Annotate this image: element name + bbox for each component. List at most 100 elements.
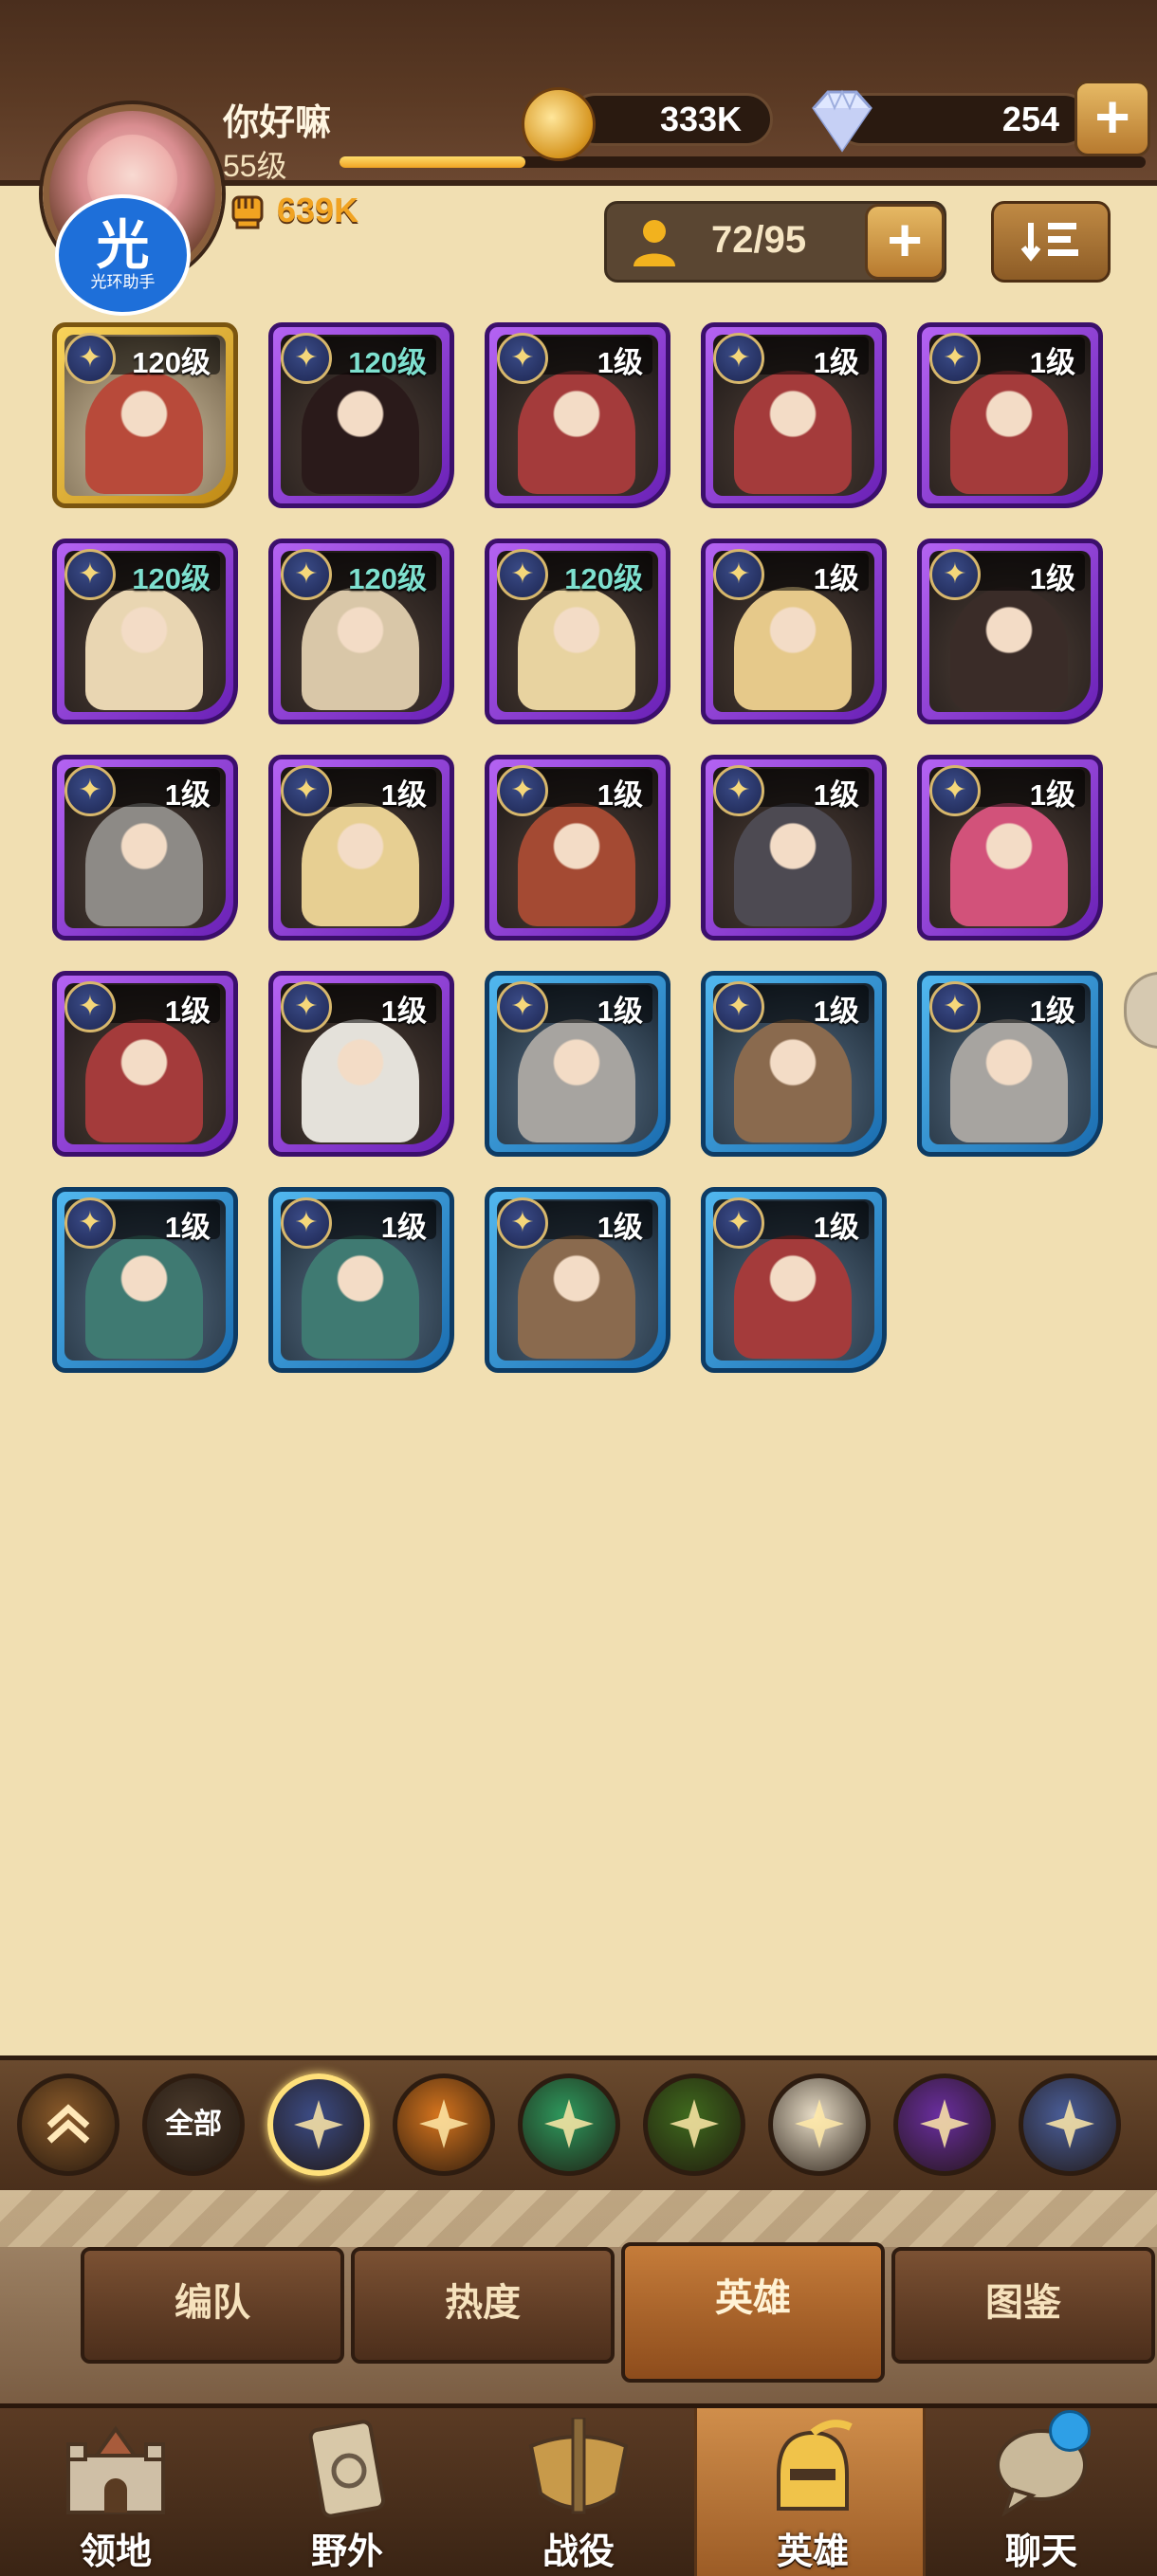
hero-card[interactable]: 1级 ✦ bbox=[701, 1187, 887, 1373]
filter-wilder-leaf-icon[interactable] bbox=[518, 2074, 620, 2176]
filter-celestial-icon[interactable] bbox=[768, 2074, 871, 2176]
lightbearer-star-icon bbox=[294, 2100, 343, 2149]
hero-helmet-icon bbox=[777, 2420, 853, 2511]
hero-portrait bbox=[302, 587, 419, 710]
hero-card[interactable]: 1级 ✦ bbox=[917, 755, 1103, 941]
hero-card[interactable]: 120级 ✦ bbox=[52, 539, 238, 724]
lightbearer-faction-icon: ✦ bbox=[64, 981, 116, 1032]
lightbearer-faction-icon: ✦ bbox=[713, 1197, 764, 1249]
hero-card[interactable]: 1级 ✦ bbox=[917, 322, 1103, 508]
hero-card[interactable]: 1级 ✦ bbox=[917, 539, 1103, 724]
castle-icon bbox=[66, 2425, 165, 2514]
assistant-badge[interactable]: 光 光环助手 bbox=[55, 194, 191, 316]
hero-card[interactable]: 1级 ✦ bbox=[52, 971, 238, 1157]
filter-dimensional-icon[interactable] bbox=[1019, 2074, 1121, 2176]
side-drawer-handle[interactable] bbox=[1124, 972, 1157, 1049]
battle-crest-icon bbox=[528, 2418, 629, 2514]
hero-portrait bbox=[518, 1019, 635, 1142]
nav-wilds[interactable]: 野外 bbox=[231, 2408, 463, 2576]
collapse-chevron-icon bbox=[46, 2104, 90, 2144]
hypogean-icon bbox=[920, 2099, 969, 2148]
hero-card[interactable]: 1级 ✦ bbox=[701, 755, 887, 941]
nav-heroes[interactable]: 英雄 bbox=[694, 2408, 926, 2576]
filter-lightbearer-star-icon[interactable] bbox=[267, 2074, 370, 2176]
hero-level: 1级 bbox=[164, 1211, 211, 1244]
hero-portrait bbox=[950, 587, 1068, 710]
hero-card[interactable]: 120级 ✦ bbox=[268, 539, 454, 724]
tab-codex[interactable]: 图鉴 bbox=[891, 2247, 1155, 2364]
nav-campaign-label: 战役 bbox=[542, 2532, 615, 2572]
sort-button[interactable] bbox=[991, 201, 1111, 283]
tab-heroes[interactable]: 英雄 bbox=[621, 2242, 885, 2383]
hero-portrait bbox=[518, 1235, 635, 1359]
xp-bar-fill bbox=[340, 156, 525, 168]
lightbearer-faction-icon: ✦ bbox=[281, 1197, 332, 1249]
hero-portrait bbox=[734, 1235, 852, 1359]
hero-card[interactable]: 1级 ✦ bbox=[917, 971, 1103, 1157]
nav-territory[interactable]: 领地 bbox=[0, 2408, 231, 2576]
diamond-value: 254 bbox=[1001, 100, 1059, 138]
celestial-icon bbox=[795, 2099, 844, 2148]
nav-chat-label: 聊天 bbox=[1004, 2532, 1077, 2572]
hero-card[interactable]: 1级 ✦ bbox=[268, 1187, 454, 1373]
hero-level: 1级 bbox=[380, 1211, 427, 1244]
filter-mauler-icon[interactable] bbox=[393, 2074, 495, 2176]
hero-portrait bbox=[734, 1019, 852, 1142]
lightbearer-faction-icon: ✦ bbox=[497, 333, 548, 384]
nav-campaign[interactable]: 战役 bbox=[463, 2408, 694, 2576]
assistant-badge-label: 光环助手 bbox=[84, 273, 161, 292]
hero-level: 120级 bbox=[348, 346, 427, 379]
filter-hypogean-icon[interactable] bbox=[893, 2074, 996, 2176]
nav-chat[interactable]: 聊天 bbox=[926, 2408, 1157, 2576]
hero-card[interactable]: 1级 ✦ bbox=[52, 755, 238, 941]
lightbearer-faction-icon: ✦ bbox=[929, 549, 981, 600]
lightbearer-faction-icon: ✦ bbox=[713, 549, 764, 600]
hero-portrait bbox=[302, 803, 419, 926]
hero-portrait bbox=[518, 371, 635, 494]
hero-card[interactable]: 1级 ✦ bbox=[485, 755, 670, 941]
hero-level: 1级 bbox=[813, 346, 859, 379]
tab-formation[interactable]: 编队 bbox=[81, 2247, 344, 2364]
hero-level: 1级 bbox=[1029, 778, 1075, 812]
hero-card[interactable]: 120级 ✦ bbox=[52, 322, 238, 508]
hero-card[interactable]: 1级 ✦ bbox=[485, 322, 670, 508]
lightbearer-faction-icon: ✦ bbox=[497, 981, 548, 1032]
dimensional-icon bbox=[1045, 2099, 1094, 2148]
lightbearer-faction-icon: ✦ bbox=[281, 333, 332, 384]
hero-portrait bbox=[518, 587, 635, 710]
expand-slots-button[interactable]: + bbox=[865, 204, 945, 280]
lightbearer-faction-icon: ✦ bbox=[713, 333, 764, 384]
hero-portrait bbox=[734, 371, 852, 494]
hero-portrait bbox=[950, 1019, 1068, 1142]
tab-popularity[interactable]: 热度 bbox=[351, 2247, 615, 2364]
hero-card[interactable]: 1级 ✦ bbox=[701, 322, 887, 508]
filter-graveborn-eye-icon[interactable] bbox=[643, 2074, 745, 2176]
add-diamonds-button[interactable]: + bbox=[1074, 81, 1150, 156]
all-factions-icon-label: 全部 bbox=[165, 2109, 222, 2140]
lightbearer-faction-icon: ✦ bbox=[713, 981, 764, 1032]
faction-filter-bar: 全部 bbox=[0, 2055, 1157, 2196]
diamond-icon bbox=[812, 89, 872, 153]
lightbearer-faction-icon: ✦ bbox=[64, 1197, 116, 1249]
combat-power-value: 639K bbox=[277, 191, 359, 229]
hero-card[interactable]: 1级 ✦ bbox=[701, 539, 887, 724]
hero-portrait bbox=[734, 587, 852, 710]
lightbearer-faction-icon: ✦ bbox=[281, 549, 332, 600]
hero-card[interactable]: 1级 ✦ bbox=[52, 1187, 238, 1373]
combat-power: 639K bbox=[228, 190, 358, 231]
lightbearer-faction-icon: ✦ bbox=[497, 549, 548, 600]
filter-all-factions-icon[interactable]: 全部 bbox=[142, 2074, 245, 2176]
sort-list-icon bbox=[1020, 223, 1078, 262]
nav-territory-label: 领地 bbox=[79, 2532, 152, 2572]
hero-portrait bbox=[85, 371, 203, 494]
hero-card[interactable]: 1级 ✦ bbox=[485, 971, 670, 1157]
hero-card[interactable]: 1级 ✦ bbox=[268, 971, 454, 1157]
hero-card[interactable]: 1级 ✦ bbox=[485, 1187, 670, 1373]
filter-collapse-chevron-icon[interactable] bbox=[17, 2074, 119, 2176]
hero-card[interactable]: 1级 ✦ bbox=[268, 755, 454, 941]
hero-card[interactable]: 120级 ✦ bbox=[485, 539, 670, 724]
hero-card[interactable]: 1级 ✦ bbox=[701, 971, 887, 1157]
hero-card[interactable]: 120级 ✦ bbox=[268, 322, 454, 508]
hero-portrait bbox=[302, 371, 419, 494]
hero-portrait bbox=[85, 803, 203, 926]
